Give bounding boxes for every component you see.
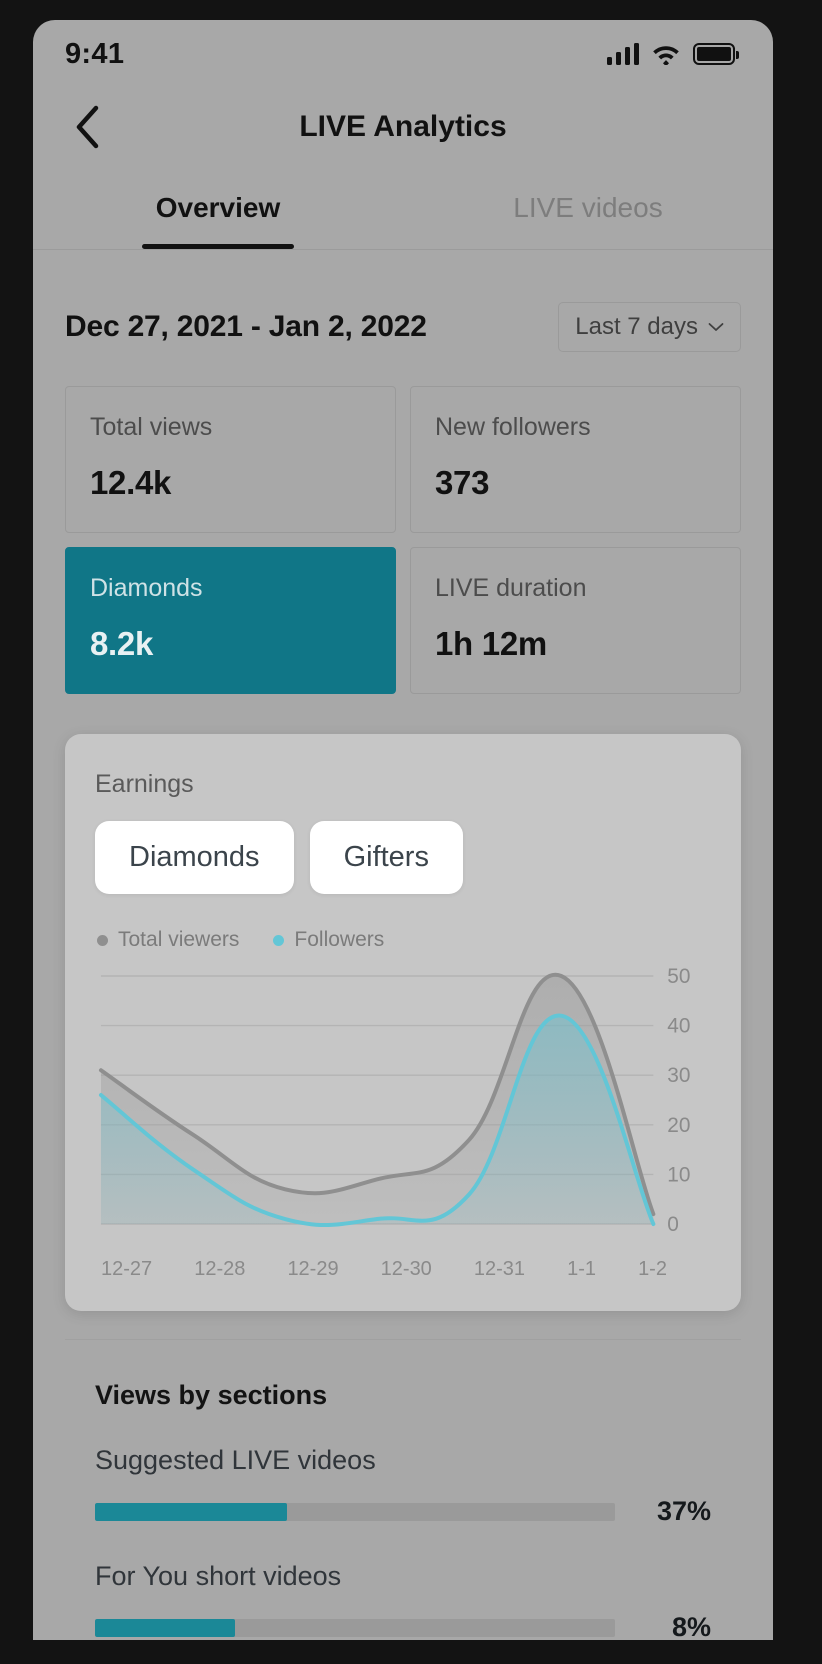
chart-x-tick-label: 12-28 [194, 1258, 246, 1280]
date-range-selector[interactable]: Last 7 days [558, 302, 741, 352]
stat-label: Total views [90, 413, 213, 441]
section-name: Suggested LIVE videos [95, 1445, 376, 1475]
progress-track [95, 1502, 615, 1521]
page-title: LIVE Analytics [299, 110, 507, 143]
chevron-down-icon [708, 323, 724, 331]
stat-value: 8.2k [90, 625, 154, 662]
nav-bar: LIVE Analytics [33, 88, 773, 166]
earnings-chart: 0 10 20 30 40 50 12-27 12-28 12-29 12-30 12-31 1-1… [95, 960, 711, 1281]
chart-x-axis: 12-27 12-28 12-29 12-30 12-31 1-1 1-2 [95, 1250, 711, 1281]
svg-text:30: 30 [667, 1064, 690, 1087]
battery-full-icon [693, 43, 739, 65]
stat-label: New followers [435, 413, 591, 441]
status-bar-icons [606, 43, 739, 65]
legend-dot-icon [273, 934, 285, 946]
earnings-card: Earnings Diamonds Gifters Total viewers … [65, 734, 741, 1311]
progress-track [95, 1618, 615, 1637]
stat-card-live-duration[interactable]: LIVE duration 1h 12m [410, 547, 741, 694]
legend-item-followers: Followers [273, 928, 384, 952]
progress-percent: 37% [656, 1496, 711, 1526]
section-bar-line: 37% [95, 1496, 711, 1527]
chart-x-tick-label: 1-2 [638, 1258, 667, 1280]
phone-screen: 9:41 LIVE Analytics Overview LIVE videos… [33, 20, 773, 1640]
tab-bar: Overview LIVE videos [33, 166, 773, 250]
legend-item-total-viewers: Total viewers [97, 928, 239, 952]
stat-card-grid: Total views 12.4k New followers 373 Diam… [33, 352, 773, 694]
tab-live-videos[interactable]: LIVE videos [403, 166, 773, 249]
chart-x-tick-label: 12-27 [101, 1258, 153, 1280]
chart-x-tick-label: 12-31 [473, 1258, 526, 1280]
section-row-for-you-short-videos: For You short videos 8% [95, 1561, 711, 1640]
wifi-icon [653, 46, 679, 65]
section-bar-line: 8% [95, 1612, 711, 1640]
tab-overview[interactable]: Overview [33, 166, 403, 249]
back-button[interactable] [63, 103, 111, 151]
svg-text:0: 0 [667, 1213, 679, 1236]
chart-y-tick-labels: 0 10 20 30 40 50 [667, 965, 690, 1236]
svg-text:10: 10 [667, 1163, 690, 1186]
stat-value: 373 [435, 464, 490, 501]
stat-card-total-views[interactable]: Total views 12.4k [65, 386, 396, 533]
chart-x-tick-label: 1-1 [567, 1258, 596, 1280]
views-by-sections-card: Views by sections Suggested LIVE videos … [65, 1339, 741, 1640]
section-row-suggested-live-videos: Suggested LIVE videos 37% [95, 1445, 711, 1527]
legend-dot-icon [97, 934, 108, 946]
svg-text:20: 20 [667, 1114, 690, 1137]
chevron-left-icon [76, 105, 99, 149]
progress-fill [95, 1618, 236, 1637]
stat-card-diamonds[interactable]: Diamonds 8.2k [65, 547, 396, 694]
status-bar: 9:41 [33, 20, 773, 88]
views-by-sections-title: Views by sections [95, 1380, 328, 1410]
stat-card-new-followers[interactable]: New followers 373 [410, 386, 741, 533]
pill-gifters[interactable]: Gifters [309, 821, 463, 894]
svg-text:50: 50 [667, 965, 690, 988]
chart-x-tick-label: 12-29 [287, 1258, 339, 1280]
date-range-label: Dec 27, 2021 - Jan 2, 2022 [65, 310, 427, 343]
cellular-signal-icon [606, 43, 639, 65]
progress-fill [95, 1502, 288, 1521]
earnings-pill-group: Diamonds Gifters [95, 821, 711, 894]
date-range-selector-label: Last 7 days [575, 313, 698, 340]
svg-text:40: 40 [667, 1015, 690, 1038]
legend-label: Followers [294, 928, 385, 951]
chart-canvas: 0 10 20 30 40 50 [98, 965, 690, 1236]
section-name: For You short videos [95, 1561, 342, 1591]
date-row: Dec 27, 2021 - Jan 2, 2022 Last 7 days [33, 250, 773, 352]
stat-label: Diamonds [90, 574, 203, 602]
chart-x-tick-label: 12-30 [380, 1258, 432, 1280]
pill-diamonds[interactable]: Diamonds [95, 821, 294, 894]
stat-value: 1h 12m [435, 625, 547, 662]
progress-percent: 8% [671, 1612, 711, 1640]
stat-label: LIVE duration [435, 574, 587, 602]
status-bar-clock: 9:41 [65, 37, 125, 70]
stat-value: 12.4k [90, 464, 172, 501]
legend-label: Total viewers [118, 928, 240, 951]
chart-legend: Total viewers Followers [97, 928, 711, 952]
earnings-title: Earnings [95, 770, 194, 798]
